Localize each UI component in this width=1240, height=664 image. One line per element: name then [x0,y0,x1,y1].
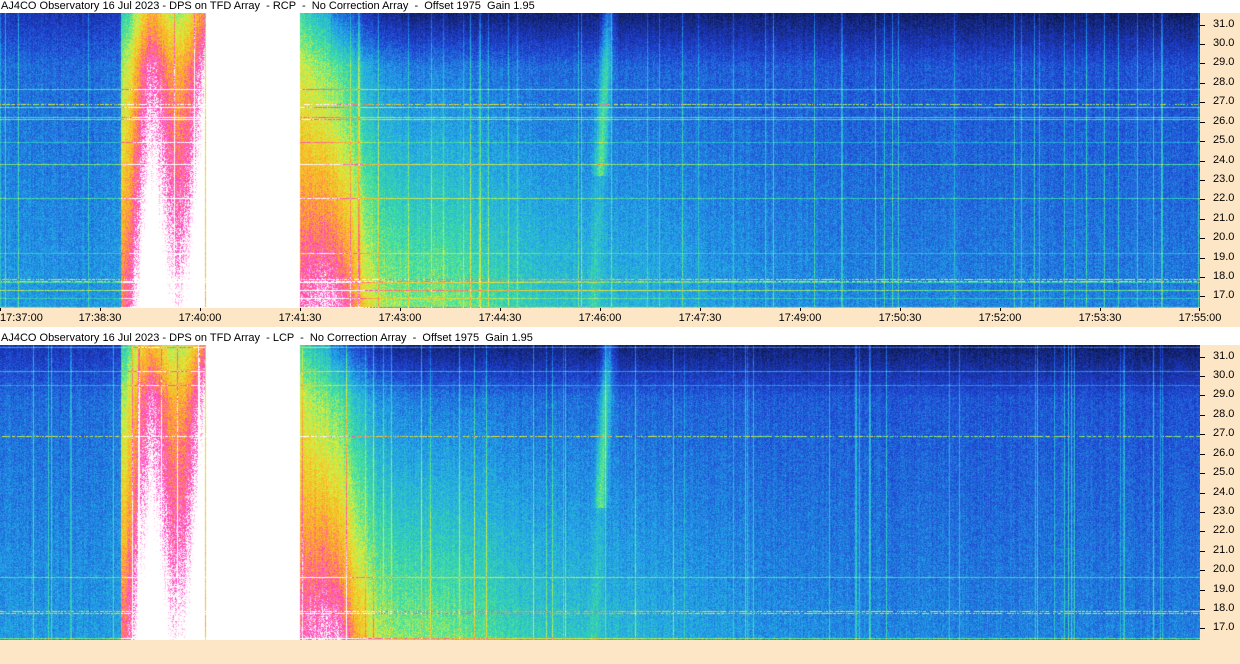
y-tick [1200,473,1205,474]
y-tick-label: 26.0 [1213,115,1235,127]
y-tick [1200,102,1205,103]
y-tick-label: 31.0 [1213,18,1235,30]
y-tick-label: 25.0 [1213,134,1235,146]
y-tick [1200,25,1205,26]
x-tick-label: 17:50:30 [878,312,922,324]
y-tick-label: 23.0 [1213,505,1235,517]
y-tick [1200,238,1205,239]
y-tick-label: 18.0 [1213,270,1235,282]
y-tick [1200,512,1205,513]
y-tick-label: 22.0 [1213,192,1235,204]
y-tick-label: 24.0 [1213,486,1235,498]
y-tick-label: 17.0 [1213,621,1235,633]
x-tick [200,308,201,311]
time-axis: 17:37:00 17:38:30 17:40:00 17:41:30 17:43:00… [0,308,1240,327]
frequency-axis-rcp: 17.0 18.0 19.0 20.0 21.0 22.0 23.0 24.0 25.0 26.0… [1200,13,1240,308]
x-tick-label: 17:46:00 [578,312,622,324]
x-tick-label: 17:47:30 [678,312,722,324]
y-tick [1200,296,1205,297]
y-tick-label: 30.0 [1213,369,1235,381]
panel-title-lcp: AJ4CO Observatory 16 Jul 2023 - DPS on T… [0,332,1240,345]
y-tick-label: 22.0 [1213,524,1235,536]
x-tick-label: 17:38:30 [78,312,122,324]
y-tick [1200,590,1205,591]
x-tick [900,308,901,311]
y-tick-label: 29.0 [1213,388,1235,400]
spectrogram-rcp [0,13,1200,308]
x-tick-label: 17:53:30 [1078,312,1122,324]
y-tick [1200,376,1205,377]
x-tick-label: 17:37:00 [0,312,43,324]
x-tick [1000,308,1001,311]
y-tick [1200,199,1205,200]
y-tick-label: 18.0 [1213,602,1235,614]
x-tick [500,308,501,311]
panel-title-rcp: AJ4CO Observatory 16 Jul 2023 - DPS on T… [0,0,1240,13]
y-tick [1200,122,1205,123]
y-tick-label: 21.0 [1213,544,1235,556]
x-tick-label: 17:49:00 [778,312,822,324]
x-tick [300,308,301,311]
y-tick [1200,258,1205,259]
y-tick [1200,180,1205,181]
y-tick-label: 17.0 [1213,289,1235,301]
y-tick-label: 24.0 [1213,154,1235,166]
y-tick-label: 19.0 [1213,251,1235,263]
x-tick [0,308,1,311]
x-tick-label: 17:55:00 [1178,312,1222,324]
spectrogram-lcp [0,345,1200,640]
y-tick-label: 29.0 [1213,56,1235,68]
y-tick-label: 20.0 [1213,563,1235,575]
y-tick-label: 20.0 [1213,231,1235,243]
x-tick-label: 17:52:00 [978,312,1022,324]
y-tick [1200,277,1205,278]
y-tick [1200,531,1205,532]
y-tick [1200,44,1205,45]
x-tick [1199,308,1200,311]
y-tick [1200,551,1205,552]
x-tick [100,308,101,311]
y-tick-label: 19.0 [1213,583,1235,595]
x-tick [400,308,401,311]
y-tick-label: 30.0 [1213,37,1235,49]
y-tick [1200,63,1205,64]
y-tick [1200,161,1205,162]
x-tick [600,308,601,311]
y-tick [1200,493,1205,494]
y-tick-label: 28.0 [1213,76,1235,88]
y-tick [1200,570,1205,571]
x-tick-label: 17:40:00 [178,312,222,324]
y-tick [1200,395,1205,396]
y-tick-label: 28.0 [1213,408,1235,420]
y-tick [1200,357,1205,358]
y-tick [1200,83,1205,84]
y-tick-label: 27.0 [1213,95,1235,107]
x-tick-label: 17:41:30 [278,312,322,324]
y-tick-label: 23.0 [1213,173,1235,185]
y-tick [1200,434,1205,435]
y-tick-label: 26.0 [1213,447,1235,459]
y-tick-label: 21.0 [1213,212,1235,224]
x-tick-label: 17:43:00 [378,312,422,324]
y-tick-label: 27.0 [1213,427,1235,439]
y-tick-label: 25.0 [1213,466,1235,478]
x-tick [1100,308,1101,311]
bottom-status-bar [0,640,1240,664]
y-tick [1200,415,1205,416]
frequency-axis-lcp: 17.0 18.0 19.0 20.0 21.0 22.0 23.0 24.0 25.0 26.0… [1200,345,1240,640]
x-tick-label: 17:44:30 [478,312,522,324]
x-tick [800,308,801,311]
y-tick [1200,219,1205,220]
x-tick [700,308,701,311]
y-tick [1200,628,1205,629]
y-tick [1200,454,1205,455]
y-tick [1200,609,1205,610]
y-tick-label: 31.0 [1213,350,1235,362]
y-tick [1200,141,1205,142]
